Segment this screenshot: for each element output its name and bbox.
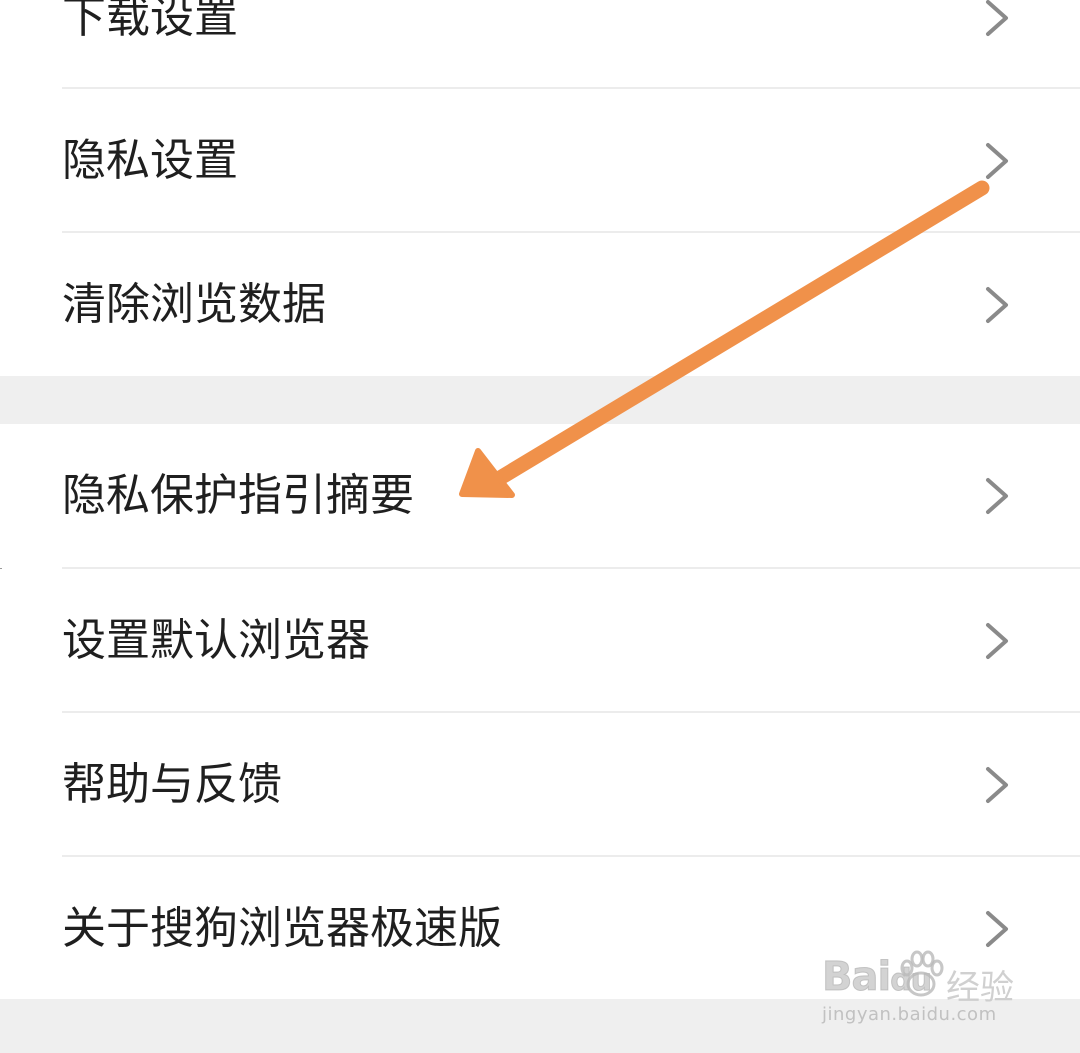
menu-item-label: 设置默认浏览器 xyxy=(62,615,370,666)
menu-item-label: 隐私保护指引摘要 xyxy=(62,470,414,521)
settings-screen: 下载设置 隐私设置 清除浏览数据 隐私保护指引摘要 设置默认浏览器 帮助与反馈 xyxy=(0,0,1080,1053)
menu-item-label: 隐私设置 xyxy=(62,135,238,186)
menu-item-label: 下载设置 xyxy=(62,0,238,43)
watermark-url: jingyan.baidu.com xyxy=(822,1004,997,1025)
section-gap xyxy=(0,376,1080,424)
menu-item-download-settings[interactable]: 下载设置 xyxy=(0,0,1080,90)
paw-icon xyxy=(900,950,944,997)
chevron-right-icon xyxy=(986,767,1008,803)
watermark-logo: Baidu 经验 xyxy=(821,940,1022,1008)
chevron-right-icon xyxy=(986,287,1008,323)
chevron-right-icon xyxy=(986,623,1008,659)
menu-item-label: 关于搜狗浏览器极速版 xyxy=(62,903,502,954)
menu-item-clear-browsing-data[interactable]: 清除浏览数据 xyxy=(0,233,1080,377)
watermark: Baidu 经验 jingyan.baidu.com xyxy=(821,940,1022,1030)
menu-item-label: 清除浏览数据 xyxy=(62,279,326,330)
menu-item-help-feedback[interactable]: 帮助与反馈 xyxy=(0,713,1080,857)
chevron-right-icon xyxy=(986,143,1008,179)
chevron-right-icon xyxy=(986,478,1008,514)
menu-item-label: 帮助与反馈 xyxy=(62,759,282,810)
menu-item-privacy-guide-summary[interactable]: 隐私保护指引摘要 xyxy=(0,424,1080,568)
watermark-name: 经验 xyxy=(946,968,1014,1008)
menu-item-privacy-settings[interactable]: 隐私设置 xyxy=(0,89,1080,233)
chevron-right-icon xyxy=(986,0,1008,36)
menu-item-set-default-browser[interactable]: 设置默认浏览器 xyxy=(0,569,1080,713)
